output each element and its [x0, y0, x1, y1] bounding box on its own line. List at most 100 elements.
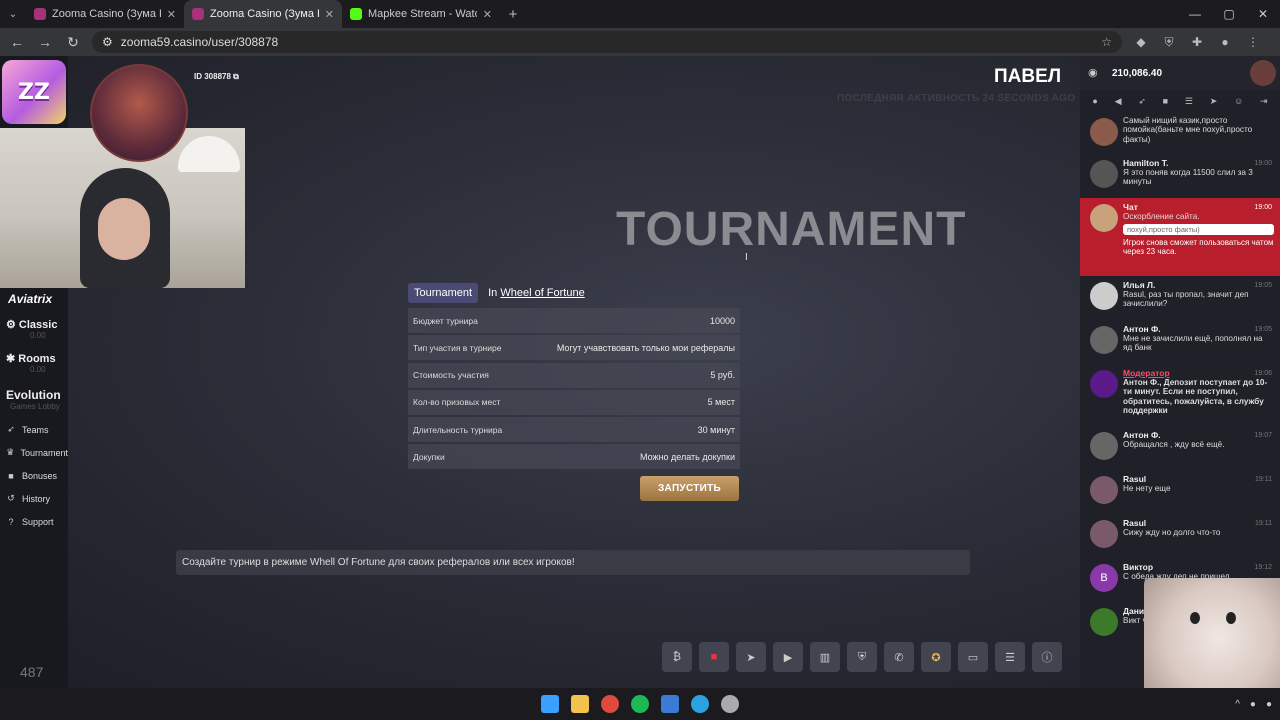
- settings-icon[interactable]: ☰: [995, 642, 1025, 672]
- steam-icon[interactable]: [721, 695, 739, 713]
- nav-history[interactable]: ↺ History: [0, 487, 68, 510]
- menu-icon[interactable]: ⋮: [1244, 35, 1262, 49]
- info-banner: Создайте турнир в режиме Whell Of Fortun…: [176, 550, 970, 575]
- folder-icon[interactable]: [571, 695, 589, 713]
- message-text: Сижу жду но долго что-то: [1123, 528, 1221, 537]
- evolution-game-link[interactable]: Evolution Games Lobby: [2, 388, 68, 411]
- cat-eye: [1226, 612, 1236, 624]
- classic-game-link[interactable]: ⚙ Classic 0.00: [2, 318, 68, 340]
- youtube-icon[interactable]: ▶: [773, 642, 803, 672]
- aviatrix-link[interactable]: Aviatrix: [2, 292, 68, 306]
- tournament-tabs: Tournament In Wheel of Fortune: [408, 282, 740, 304]
- logout-icon[interactable]: ⇥: [1260, 96, 1268, 107]
- windows-taskbar: ^ ● ●: [0, 688, 1280, 720]
- discord-icon[interactable]: ●: [1250, 699, 1256, 710]
- steam-tray-icon[interactable]: ●: [1266, 699, 1272, 710]
- chevron-up-icon[interactable]: ^: [1235, 699, 1240, 710]
- browser-tab-bar: ⌄ Zooma Casino (Зума Казин ✕ Zooma Casin…: [0, 0, 1280, 28]
- extension-icon[interactable]: ⛨: [1160, 35, 1178, 50]
- message-author[interactable]: Антон Ф.: [1123, 324, 1274, 334]
- back-icon[interactable]: ←: [8, 34, 26, 50]
- nav-tournament[interactable]: ♛ Tournament: [0, 441, 68, 464]
- maximize-button[interactable]: ▢: [1212, 0, 1246, 28]
- forward-icon[interactable]: →: [36, 34, 54, 50]
- wallet-icon[interactable]: ▭: [958, 642, 988, 672]
- telegram-icon[interactable]: [691, 695, 709, 713]
- tournament-row-rebuys[interactable]: Докупки Можно делать докупки: [408, 444, 740, 470]
- url-input[interactable]: ⚙ zooma59.casino/user/308878 ☆: [92, 31, 1122, 53]
- rocket-icon[interactable]: ➶: [1138, 96, 1146, 107]
- nav-teams[interactable]: ➶ Teams: [0, 418, 68, 441]
- site-info-icon[interactable]: ⚙: [102, 35, 113, 49]
- ban-note: Игрок снова сможет пользоваться чатом че…: [1123, 238, 1274, 257]
- message-time: 19:11: [1255, 476, 1272, 483]
- windows-icon[interactable]: [541, 695, 559, 713]
- lamp-shape: [178, 136, 240, 172]
- game-selector[interactable]: In Wheel of Fortune: [488, 287, 585, 299]
- menu-icon[interactable]: ☰: [1185, 96, 1193, 107]
- message-time: 19:05: [1254, 326, 1272, 333]
- app-icon[interactable]: [661, 695, 679, 713]
- copy-icon[interactable]: ⧉: [233, 72, 239, 81]
- browser-tab-3[interactable]: Мaрkee Stream - Watch Live о ✕: [342, 0, 500, 28]
- chat-message: Hamilton T. 19:00 Я это поняв когда 1150…: [1080, 154, 1280, 198]
- gift-icon[interactable]: ■: [1163, 96, 1168, 106]
- tournament-row-prize-places: Кол-во призовых мест 5 мест: [408, 389, 740, 415]
- message-author[interactable]: Модератор: [1123, 368, 1274, 378]
- nav-support[interactable]: ? Support: [0, 510, 68, 533]
- extensions-puzzle-icon[interactable]: ✚: [1188, 35, 1206, 49]
- nav-bonuses[interactable]: ■ Bonuses: [0, 464, 68, 487]
- nav-label: Tournament: [20, 447, 68, 458]
- nav-label: Teams: [22, 424, 49, 435]
- help-icon: ?: [8, 516, 14, 527]
- message-author[interactable]: Виктор: [1123, 562, 1274, 572]
- browser-tab-1[interactable]: Zooma Casino (Зума Казин ✕: [26, 0, 184, 28]
- gift-icon[interactable]: ■: [699, 642, 729, 672]
- telegram-icon[interactable]: ➤: [1210, 96, 1218, 107]
- close-tab-icon[interactable]: ✕: [167, 8, 176, 21]
- message-text: Антон Ф., Депозит поступает до 10-ти мин…: [1123, 378, 1268, 416]
- chat-moderation-alert: Чат 19:00 Оскорбление сайта. похуй,прост…: [1080, 198, 1280, 276]
- message-author[interactable]: Rasul: [1123, 474, 1274, 484]
- bonus-icon[interactable]: ✪: [921, 642, 951, 672]
- close-tab-icon[interactable]: ✕: [325, 8, 334, 21]
- message-author[interactable]: Антон Ф.: [1123, 430, 1274, 440]
- profile-icon[interactable]: ●: [1216, 35, 1234, 49]
- spotify-icon[interactable]: [631, 695, 649, 713]
- reload-icon[interactable]: ↻: [64, 34, 82, 51]
- message-author[interactable]: Илья Л.: [1123, 280, 1274, 290]
- bookmark-star-icon[interactable]: ☆: [1101, 35, 1112, 49]
- launch-tournament-button[interactable]: ЗАПУСТИТЬ: [640, 476, 739, 501]
- language-flag-icon[interactable]: ●: [1092, 96, 1097, 106]
- browser-tab-2[interactable]: Zooma Casino (Зума Казино) о ✕: [184, 0, 342, 28]
- site-logo[interactable]: ZZ: [2, 60, 66, 124]
- close-window-button[interactable]: ✕: [1246, 0, 1280, 28]
- user-avatar[interactable]: [1250, 60, 1276, 86]
- support-icon[interactable]: ☺: [1234, 96, 1243, 106]
- shield-icon[interactable]: ⛨: [847, 642, 877, 672]
- chat-message: Модератор 19:06 Антон Ф., Депозит поступ…: [1080, 364, 1280, 426]
- telegram-icon[interactable]: ➤: [736, 642, 766, 672]
- chrome-icon[interactable]: [601, 695, 619, 713]
- sound-icon[interactable]: ◀: [1115, 96, 1122, 107]
- message-text: Оскорбление сайта.: [1123, 212, 1200, 221]
- tournament-row-participation[interactable]: Тип участия в турнире Могут учавствовать …: [408, 335, 740, 361]
- phone-icon[interactable]: ✆: [884, 642, 914, 672]
- user-name: ПАВЕЛ: [994, 66, 1062, 87]
- tab-search-icon[interactable]: ⌄: [0, 0, 26, 28]
- chat-toolbar: ● ◀ ➶ ■ ☰ ➤ ☺ ⇥: [1080, 90, 1280, 112]
- minimize-button[interactable]: —: [1178, 0, 1212, 28]
- stats-icon[interactable]: ▥: [810, 642, 840, 672]
- bitcoin-icon[interactable]: ₿: [662, 642, 692, 672]
- message-text: Не нету еще: [1123, 484, 1171, 493]
- rooms-game-link[interactable]: ✱ Rooms 0.00: [2, 352, 68, 374]
- classic-sub: 0.00: [30, 331, 46, 340]
- tournament-row-duration: Длительность турнира 30 минут: [408, 417, 740, 443]
- info-icon[interactable]: ⓘ: [1032, 642, 1062, 672]
- message-author[interactable]: Rasul: [1123, 518, 1274, 528]
- message-author[interactable]: Hamilton T.: [1123, 158, 1274, 168]
- new-tab-button[interactable]: +: [500, 6, 526, 23]
- close-tab-icon[interactable]: ✕: [483, 8, 492, 21]
- extension-icon[interactable]: ◆: [1132, 35, 1150, 49]
- tab-tournament[interactable]: Tournament: [408, 283, 479, 303]
